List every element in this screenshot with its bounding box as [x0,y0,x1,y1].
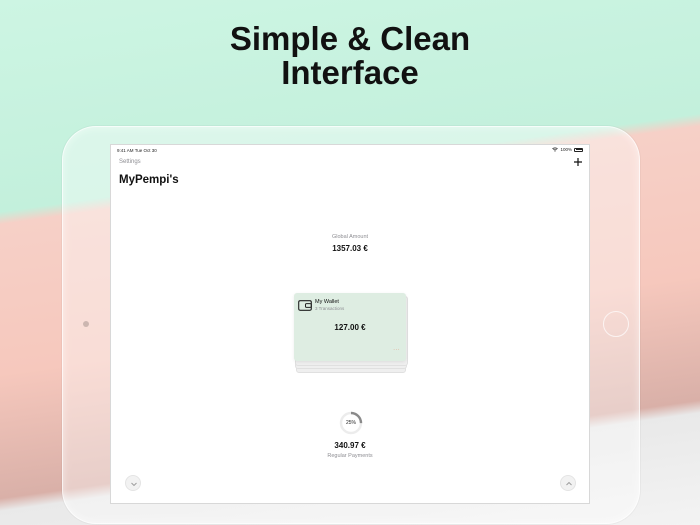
wallet-card-stack[interactable]: My Wallet 3 Transactions 127.00 € ··· [294,293,408,375]
headline-line-1: Simple & Clean [229,20,471,57]
plus-icon [574,158,582,166]
wifi-icon [552,147,559,152]
battery-icon [574,147,583,152]
add-button[interactable] [572,156,584,168]
chevron-down-icon [131,482,137,487]
status-indicators: 100% [552,147,583,152]
page-title: MyPempi's [119,174,179,186]
camera-icon [83,321,89,327]
status-bar: 9:41 AM Tue Oct 30 100% [111,145,589,155]
more-icon[interactable]: ··· [393,347,400,353]
home-button [603,311,629,337]
wallet-card[interactable]: My Wallet 3 Transactions 127.00 € ··· [294,293,406,361]
wallet-transactions: 3 Transactions [315,306,345,311]
settings-link[interactable]: Settings [119,159,141,165]
app-screen: 9:41 AM Tue Oct 30 100% Settings MyPempi… [110,144,590,504]
status-clock: 9:41 AM [117,148,134,153]
headline: Simple & Clean Interface [0,22,700,90]
status-time: 9:41 AM Tue Oct 30 [117,148,157,153]
scroll-up-button[interactable] [560,475,576,491]
global-amount-value: 1357.03 € [332,244,368,253]
battery-percent: 100% [560,147,572,152]
wallet-amount: 127.00 € [334,323,366,332]
scroll-down-button[interactable] [125,475,141,491]
regular-payments-label: Regular Payments [327,453,373,459]
status-date: Tue Oct 30 [134,148,157,153]
wallet-name: My Wallet [315,299,339,305]
headline-line-2: Interface [281,54,419,91]
wallet-icon [298,300,312,311]
regular-payments-amount: 340.97 € [334,441,366,450]
chevron-up-icon [566,481,572,486]
global-amount-label: Global Amount [331,234,369,240]
progress-percent: 25% [345,420,356,426]
